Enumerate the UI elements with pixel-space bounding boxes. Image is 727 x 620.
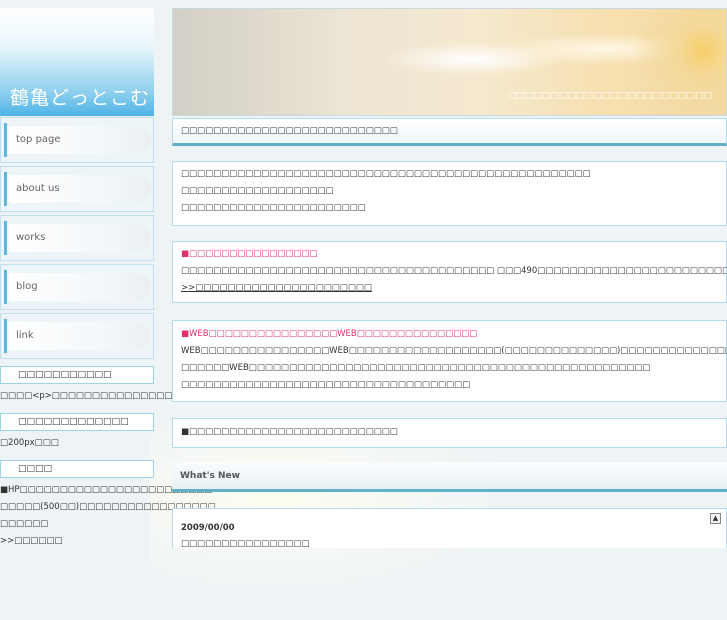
nav-marker [4,319,7,353]
page-title-bar: □□□□□□□□□□□□□□□□□□□□□□□□□□□ [172,118,727,146]
sidebar-section-text: □□□□<p>□□□□□□□□□□□□□□□□□□□□□□ [0,391,229,401]
nav-marker [4,270,7,304]
section-c-text: ■□□□□□□□□□□□□□□□□□□□□□□□□□□ [181,427,398,437]
nav-label: works [16,232,46,243]
nav-item-works[interactable]: works [0,215,154,261]
nav-item-link[interactable]: link [0,313,154,359]
nav-item-about-us[interactable]: about us [0,166,154,212]
sidebar: 鶴亀どっとこむ top page about us works blog lin… [0,0,229,546]
news-date: 2009/00/00 [181,523,235,533]
whats-new-title: What's New [180,471,240,481]
header-banner: □□□□□□□□□□□□□□□□□□□□□□□□ [172,8,727,116]
section-b-line: □□□□□□□□□□□□□□□□□□□□□□□□□□□□□□□□□□□□ [181,380,471,390]
section-b-box: ■WEB□□□□□□□□□□□□□□□□WEB□□□□□□□□□□□□□□□ W… [172,320,727,402]
sidebar-section-title: □□□□□□□□□□□□□ [0,413,154,431]
header-caption: □□□□□□□□□□□□□□□□□□□□□□□□ [507,91,712,101]
sidebar-section-line: □□□□□□ [0,519,49,529]
scroll-up-arrow-icon[interactable]: ▲ [710,513,721,524]
section-b-line: □□□□□□WEB□□□□□□□□□□□□□□□□□□□□□□□□□□□□□□□… [181,363,651,373]
nav-marker [4,123,7,157]
section-b-line: WEB□□□□□□□□□□□□□□□□WEB□□□□□□□□□□□□□□□□□□… [181,346,727,356]
section-a-more-link[interactable]: >>□□□□□□□□□□□□□□□□□□□□□□ [181,283,372,293]
sidebar-section-text: □200px□□□ [0,438,59,448]
sidebar-section-title: □□□□ [0,460,154,478]
nav-item-top-page[interactable]: top page [0,117,154,163]
news-item[interactable]: □□□□□□□□□□□□□□□□ [181,539,310,549]
intro-line: □□□□□□□□□□□□□□□□□□□□□□□□□□□□□□□□□□□□□□□□… [181,169,591,179]
intro-line: □□□□□□□□□□□□□□□□□□□ [181,186,334,196]
nav-label: about us [16,183,60,194]
intro-box: □□□□□□□□□□□□□□□□□□□□□□□□□□□□□□□□□□□□□□□□… [172,161,727,226]
nav-label: blog [16,281,38,292]
sidebar-section-line: □□□□□(500□□)□□□□□□□□□□□□□□□□□ [0,502,216,512]
nav-item-blog[interactable]: blog [0,264,154,310]
nav-marker [4,172,7,206]
whats-new-header: What's New [172,462,727,492]
section-b-heading: ■WEB□□□□□□□□□□□□□□□□WEB□□□□□□□□□□□□□□□ [181,329,478,339]
nav-label: top page [16,134,61,145]
intro-line: □□□□□□□□□□□□□□□□□□□□□□□ [181,203,366,213]
section-c-box: ■□□□□□□□□□□□□□□□□□□□□□□□□□□ [172,418,727,448]
section-a-heading: ■□□□□□□□□□□□□□□□□ [181,249,318,259]
nav-label: link [16,330,34,341]
sidebar-section-line: ■HP□□□□□□□□□□□□□□□□□□□□□□□□ [0,485,213,495]
site-logo-text: 鶴亀どっとこむ [10,87,151,109]
sidebar-section-title: □□□□□□□□□□□ [0,366,154,384]
page-title: □□□□□□□□□□□□□□□□□□□□□□□□□□□ [181,126,398,136]
section-a-box: ■□□□□□□□□□□□□□□□□ □□□□□□□□□□□□□□□□□□□□□□… [172,241,727,303]
nav-marker [4,221,7,255]
site-logo[interactable]: 鶴亀どっとこむ [0,8,154,116]
section-a-body: □□□□□□□□□□□□□□□□□□□□□□□□□□□□□□□□□□□□□□□ … [181,266,727,276]
sidebar-more-link[interactable]: >>□□□□□□ [0,533,156,550]
whats-new-list: 2009/00/00 □□□□□□□□□□□□□□□□ [172,508,727,549]
